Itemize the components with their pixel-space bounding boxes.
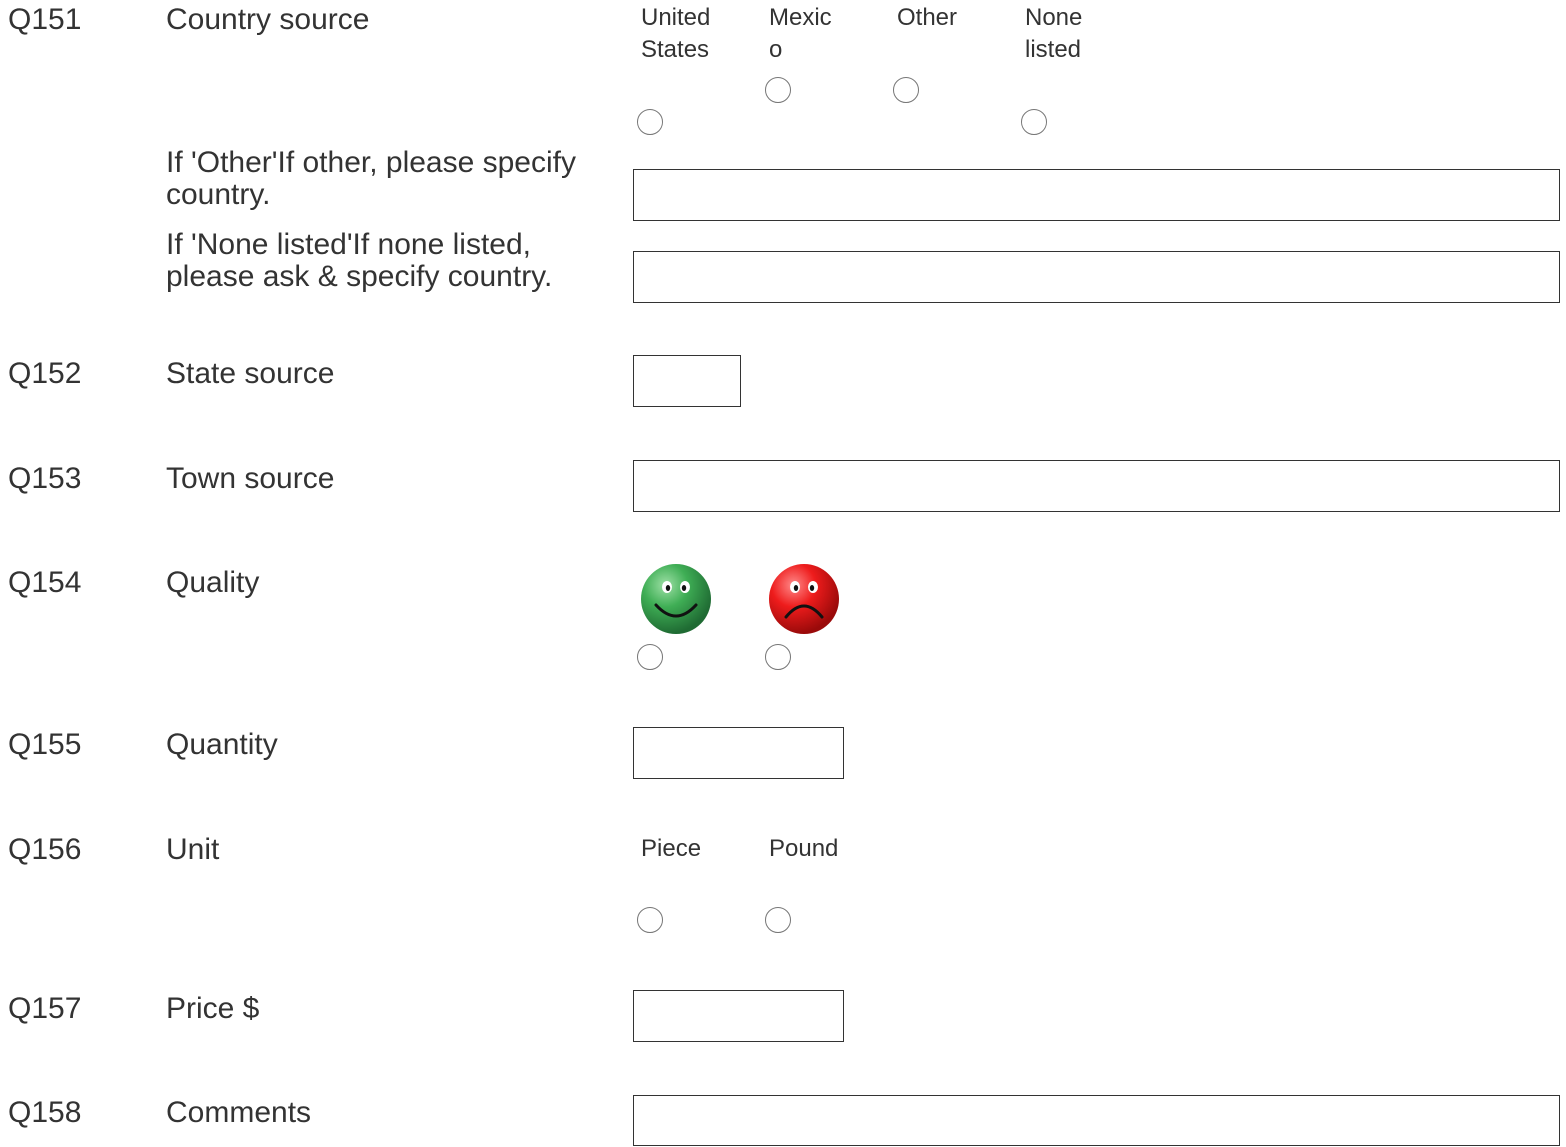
option-label-mexico: Mexico <box>769 4 832 63</box>
question-label-unit: Unit <box>166 833 220 866</box>
question-label-quantity: Quantity <box>166 728 278 761</box>
question-number: Q155 <box>8 728 82 761</box>
question-label-town-source: Town source <box>166 462 335 495</box>
option-label-none-listed: None listed <box>1025 4 1083 63</box>
question-label-comments: Comments <box>166 1096 312 1129</box>
radio-quality-bad[interactable] <box>765 644 791 670</box>
question-number: Q153 <box>8 462 82 495</box>
radio-other[interactable] <box>893 77 919 103</box>
option-label-pound: Pound <box>769 835 839 862</box>
radio-mexico[interactable] <box>765 77 791 103</box>
none-listed-country-input[interactable] <box>633 251 1560 303</box>
question-label-state-source: State source <box>166 357 335 390</box>
option-label-united-states: United States <box>641 4 711 63</box>
question-number: Q154 <box>8 566 82 599</box>
state-source-input[interactable] <box>633 355 741 407</box>
radio-quality-good[interactable] <box>637 644 663 670</box>
question-number: Q151 <box>8 3 82 36</box>
comments-input[interactable] <box>633 1095 1560 1146</box>
happy-face-icon[interactable] <box>640 563 712 635</box>
price-input[interactable] <box>633 990 844 1042</box>
question-label-quality: Quality <box>166 566 260 599</box>
question-number: Q156 <box>8 833 82 866</box>
option-label-piece: Piece <box>641 835 702 862</box>
sad-face-icon[interactable] <box>768 563 840 635</box>
question-label-price: Price $ <box>166 992 260 1025</box>
other-country-input[interactable] <box>633 169 1560 221</box>
radio-pound[interactable] <box>765 907 791 933</box>
question-number: Q157 <box>8 992 82 1025</box>
radio-none-listed[interactable] <box>1021 109 1047 135</box>
other-country-label: If 'Other'If other, please specify count… <box>166 146 576 211</box>
question-number: Q158 <box>8 1096 82 1129</box>
question-label-country-source: Country source <box>166 3 370 36</box>
quantity-input[interactable] <box>633 727 844 779</box>
option-label-other: Other <box>897 4 958 31</box>
radio-piece[interactable] <box>637 907 663 933</box>
none-listed-country-label: If 'None listed'If none listed, please a… <box>166 228 553 293</box>
town-source-input[interactable] <box>633 460 1560 512</box>
question-number: Q152 <box>8 357 82 390</box>
radio-united-states[interactable] <box>637 109 663 135</box>
